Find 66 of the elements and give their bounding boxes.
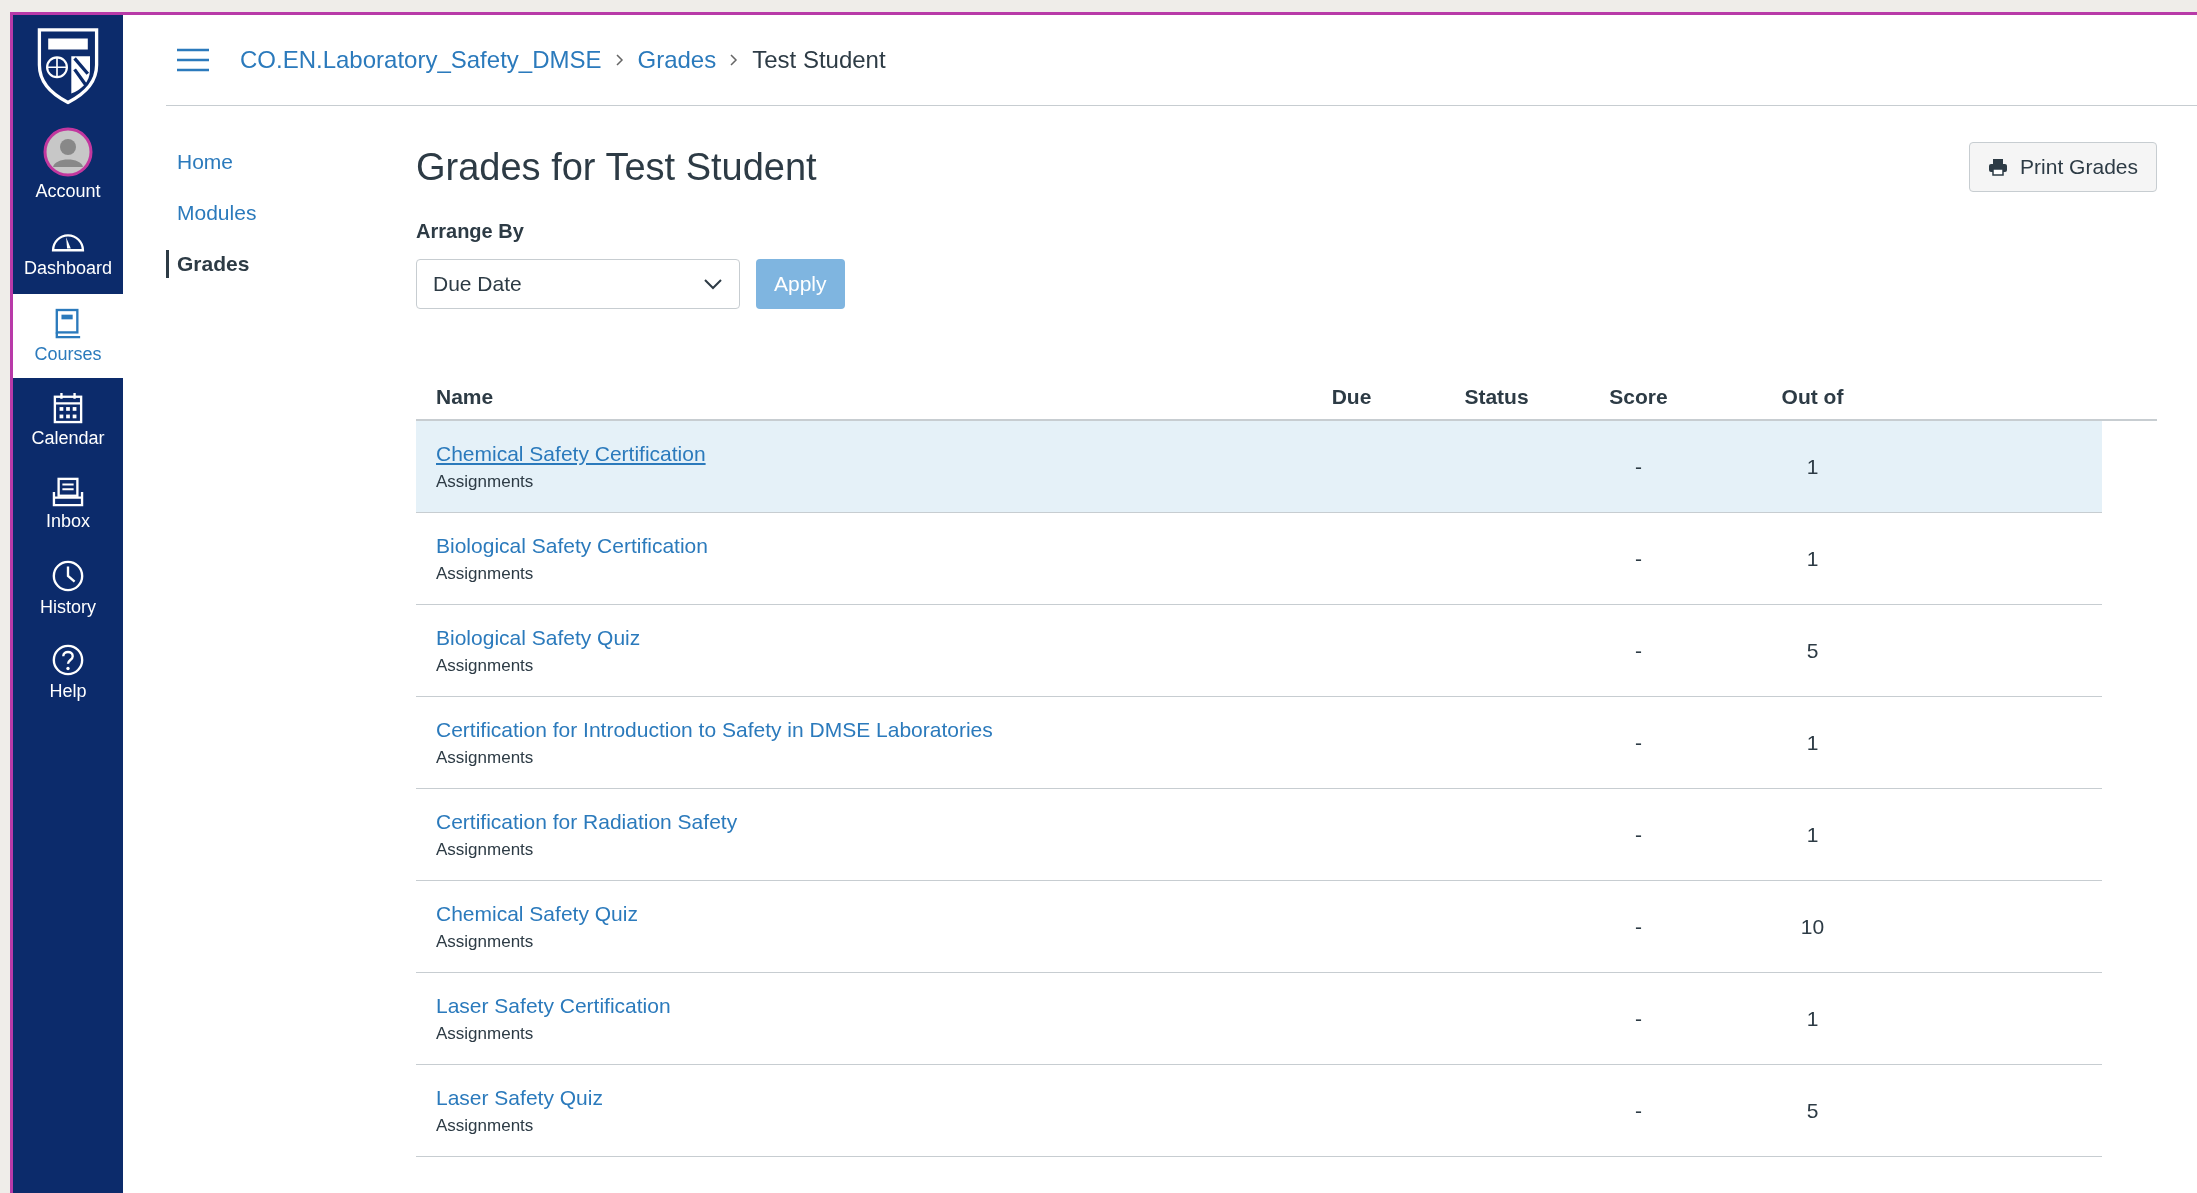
score-cell-text: - xyxy=(1634,454,1643,479)
assignment-group: Assignments xyxy=(436,563,534,584)
score-cell-text: - xyxy=(1634,546,1643,571)
assignment-link[interactable]: Biological Safety Certification xyxy=(436,533,708,558)
nav-item[interactable]: Help xyxy=(13,630,123,714)
chevron-down-icon xyxy=(703,278,723,290)
chevron-icon xyxy=(730,54,739,66)
arrange-by-select[interactable]: Due Date xyxy=(416,259,740,309)
course-nav-link[interactable]: Home xyxy=(166,148,234,176)
out-of-cell-text: 5 xyxy=(1805,1098,1820,1123)
page-title: Grades for Test Student xyxy=(416,145,817,189)
shield-logo-icon[interactable] xyxy=(35,25,101,105)
out-of-cell-text: 1 xyxy=(1805,454,1820,479)
assignment-group: Assignments xyxy=(436,1115,534,1136)
nav-item[interactable]: Inbox xyxy=(13,462,123,546)
out-of-cell-text: 1 xyxy=(1805,822,1820,847)
assignment-group: Assignments xyxy=(436,747,534,768)
out-of-cell-text: 1 xyxy=(1805,730,1820,755)
out-of-cell-text: 1 xyxy=(1805,546,1820,571)
column-header: Name xyxy=(436,385,495,409)
assignment-link[interactable]: Biological Safety Quiz xyxy=(436,625,641,650)
assignment-group: Assignments xyxy=(436,839,534,860)
out-of-cell-text: 1 xyxy=(1805,1006,1820,1031)
out-of-cell-text: 10 xyxy=(1799,914,1826,939)
column-header: Out of xyxy=(1780,385,1845,409)
assignment-link[interactable]: Chemical Safety Quiz xyxy=(436,901,638,926)
clock-icon xyxy=(51,558,85,593)
print-grades-button[interactable]: Print Grades xyxy=(1969,142,2157,192)
chevron-icon xyxy=(615,54,624,66)
assignment-link[interactable]: Laser Safety Quiz xyxy=(436,1085,603,1110)
score-cell-text: - xyxy=(1634,730,1643,755)
column-header: Status xyxy=(1463,385,1530,409)
assignment-group: Assignments xyxy=(436,655,534,676)
course-nav-link[interactable]: Modules xyxy=(166,199,257,227)
nav-item[interactable]: History xyxy=(13,546,123,630)
assignment-link[interactable]: Chemical Safety Certification xyxy=(436,441,706,466)
nav-item[interactable]: Dashboard xyxy=(13,210,123,294)
breadcrumb-link[interactable]: CO.EN.Laboratory_Safety_DMSE xyxy=(240,46,602,74)
nav-item[interactable]: Calendar xyxy=(13,378,123,462)
calendar-icon xyxy=(53,391,83,424)
arrange-by-label: Arrange By xyxy=(416,220,525,243)
score-cell-text: - xyxy=(1634,822,1643,847)
course-nav-link[interactable]: Grades xyxy=(166,250,250,278)
assignment-group: Assignments xyxy=(436,1023,534,1044)
nav-item[interactable]: Account xyxy=(13,119,123,210)
assignment-link[interactable]: Laser Safety Certification xyxy=(436,993,671,1018)
avatar-icon xyxy=(43,127,93,177)
score-cell-text: - xyxy=(1634,1098,1643,1123)
assignment-group: Assignments xyxy=(436,471,534,492)
score-cell-text: - xyxy=(1634,1006,1643,1031)
score-cell-text: - xyxy=(1634,914,1643,939)
help-icon xyxy=(51,642,85,677)
breadcrumb-link[interactable]: Grades xyxy=(637,46,717,74)
assignment-link[interactable]: Certification for Radiation Safety xyxy=(436,809,738,834)
assignment-group: Assignments xyxy=(436,931,534,952)
score-cell-text: - xyxy=(1634,638,1643,663)
nav-item[interactable]: Courses xyxy=(13,294,123,378)
menu-icon[interactable] xyxy=(176,48,210,72)
printer-icon xyxy=(1988,158,2009,176)
book-icon xyxy=(54,307,82,340)
column-header: Due xyxy=(1330,385,1373,409)
breadcrumb-current: Test Student xyxy=(752,46,886,74)
column-header: Score xyxy=(1608,385,1669,409)
assignment-link[interactable]: Certification for Introduction to Safety in DMSE Laboratories xyxy=(436,717,993,742)
out-of-cell-text: 5 xyxy=(1805,638,1820,663)
inbox-icon xyxy=(52,476,84,507)
